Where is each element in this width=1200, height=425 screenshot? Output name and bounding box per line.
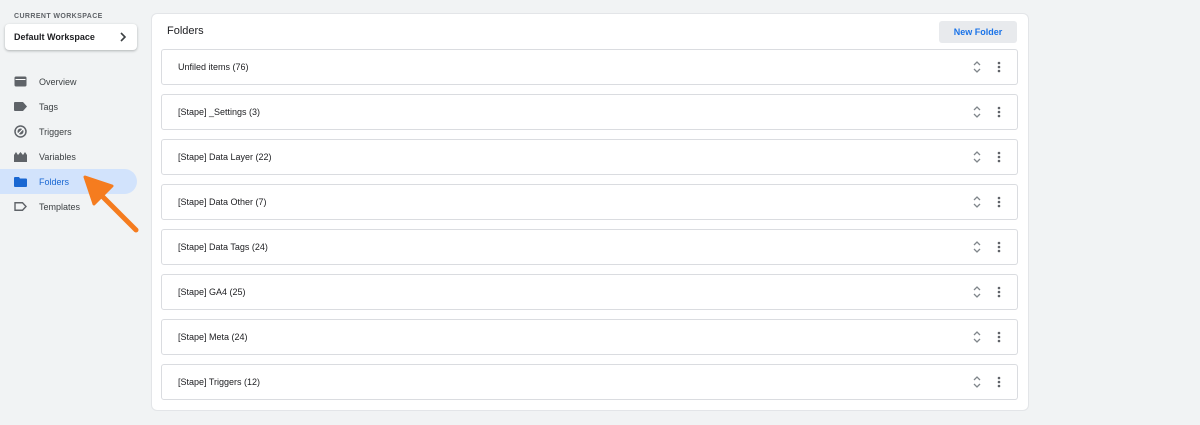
folder-name: Unfiled items (76) [178, 62, 249, 72]
folder-row[interactable]: [Stape] GA4 (25) [161, 274, 1018, 310]
workspace-selector[interactable]: Default Workspace [5, 24, 137, 50]
folder-name: [Stape] _Settings (3) [178, 107, 261, 117]
page-title: Folders [167, 25, 204, 37]
workspace-label: CURRENT WORKSPACE [14, 13, 103, 20]
folders-panel: Folders New Folder Unfiled items (76) [S… [152, 14, 1028, 410]
folder-row[interactable]: Unfiled items (76) [161, 49, 1018, 85]
row-actions [971, 105, 1005, 119]
expand-collapse-icon[interactable] [971, 195, 983, 209]
more-vert-icon[interactable] [993, 375, 1005, 389]
more-vert-icon[interactable] [993, 195, 1005, 209]
folder-name: [Stape] Meta (24) [178, 332, 248, 342]
folder-icon [14, 175, 27, 188]
expand-collapse-icon[interactable] [971, 150, 983, 164]
folder-row[interactable]: [Stape] Meta (24) [161, 319, 1018, 355]
more-vert-icon[interactable] [993, 240, 1005, 254]
chevron-right-icon [118, 32, 128, 42]
sidebar-item-label: Overview [39, 76, 77, 87]
expand-collapse-icon[interactable] [971, 240, 983, 254]
more-vert-icon[interactable] [993, 330, 1005, 344]
folder-name: [Stape] Data Other (7) [178, 197, 267, 207]
more-vert-icon[interactable] [993, 285, 1005, 299]
annotation-arrow-icon [83, 175, 139, 233]
sidebar-item-label: Folders [39, 176, 70, 187]
folder-name: [Stape] Data Layer (22) [178, 152, 272, 162]
folder-row[interactable]: [Stape] _Settings (3) [161, 94, 1018, 130]
row-actions [971, 375, 1005, 389]
folder-row[interactable]: [Stape] Data Layer (22) [161, 139, 1018, 175]
expand-collapse-icon[interactable] [971, 375, 983, 389]
sidebar-item-variables[interactable]: Variables [0, 144, 145, 169]
folder-row[interactable]: [Stape] Data Tags (24) [161, 229, 1018, 265]
folder-name: [Stape] GA4 (25) [178, 287, 246, 297]
more-vert-icon[interactable] [993, 60, 1005, 74]
row-actions [971, 330, 1005, 344]
row-actions [971, 285, 1005, 299]
sidebar-item-label: Tags [39, 101, 59, 112]
expand-collapse-icon[interactable] [971, 105, 983, 119]
row-actions [971, 195, 1005, 209]
variables-icon [14, 150, 27, 163]
row-actions [971, 60, 1005, 74]
sidebar-item-tags[interactable]: Tags [0, 94, 145, 119]
expand-collapse-icon[interactable] [971, 285, 983, 299]
overview-icon [14, 75, 27, 88]
new-folder-button[interactable]: New Folder [939, 21, 1017, 43]
sidebar-item-label: Templates [39, 201, 81, 212]
trigger-icon [14, 125, 27, 138]
sidebar-item-triggers[interactable]: Triggers [0, 119, 145, 144]
expand-collapse-icon[interactable] [971, 60, 983, 74]
folder-name: [Stape] Triggers (12) [178, 377, 261, 387]
sidebar-item-label: Triggers [39, 126, 72, 137]
template-icon [14, 200, 27, 213]
folder-list: Unfiled items (76) [Stape] _Settings (3)… [161, 49, 1018, 409]
folder-row[interactable]: [Stape] Data Other (7) [161, 184, 1018, 220]
folder-name: [Stape] Data Tags (24) [178, 242, 268, 252]
more-vert-icon[interactable] [993, 150, 1005, 164]
row-actions [971, 240, 1005, 254]
folder-row[interactable]: [Stape] Triggers (12) [161, 364, 1018, 400]
sidebar-item-label: Variables [39, 151, 76, 162]
sidebar-item-overview[interactable]: Overview [0, 69, 145, 94]
more-vert-icon[interactable] [993, 105, 1005, 119]
workspace-name: Default Workspace [14, 32, 95, 42]
expand-collapse-icon[interactable] [971, 330, 983, 344]
tag-icon [14, 100, 27, 113]
row-actions [971, 150, 1005, 164]
